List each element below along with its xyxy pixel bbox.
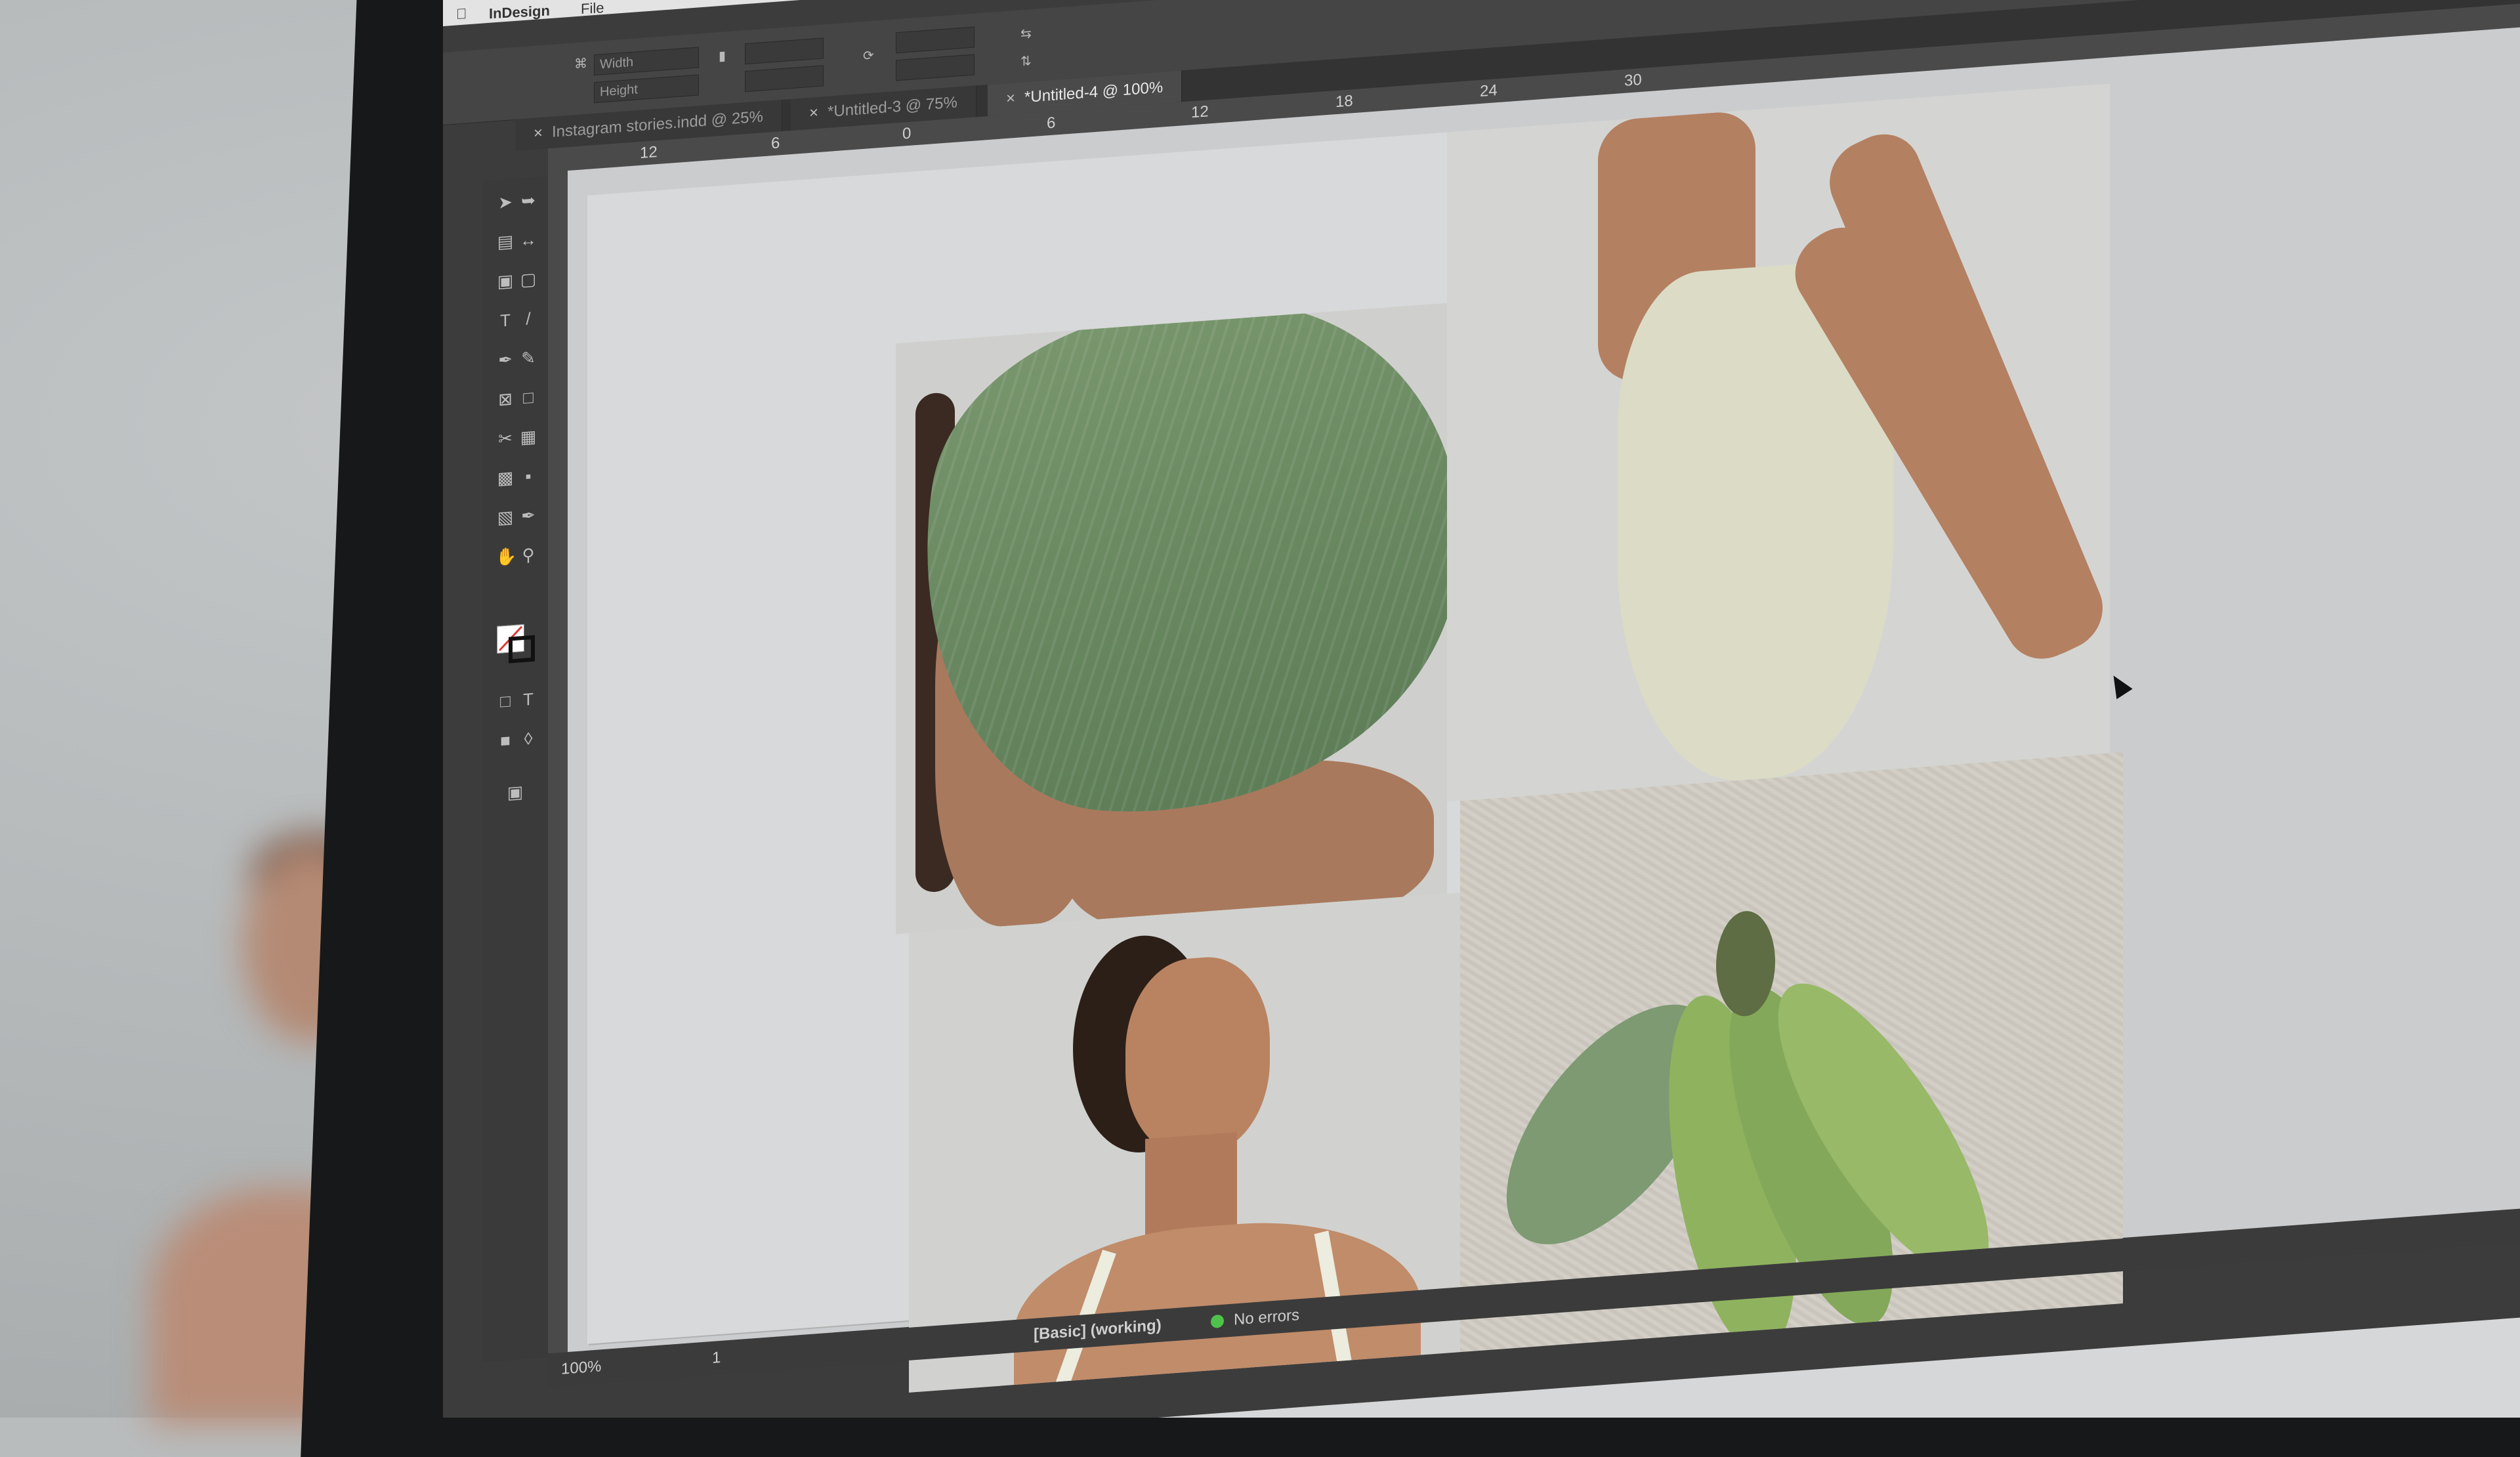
screen-mode-icon[interactable]: ▣ [505, 782, 525, 803]
content-collector-icon[interactable]: ▣ [495, 270, 515, 291]
free-transform-icon[interactable]: ▦ [518, 426, 538, 448]
monitor-screen:  InDesign File ⌂ ⌘ Width Height ▮ ⟳ ⇆ ⇅… [443, 0, 2520, 1418]
note-tool-icon[interactable]: ▧ [495, 507, 515, 528]
rotate-icon[interactable]: ⟳ [863, 47, 874, 64]
ruler-label: 30 [1624, 70, 1642, 90]
vertical-ruler[interactable] [548, 171, 568, 1354]
scale-y-field[interactable] [745, 65, 824, 93]
zoom-level[interactable]: 100% [561, 1350, 601, 1386]
gradient-feather-icon[interactable]: ▪ [518, 465, 538, 486]
indesign-window: ⌂ ⌘ Width Height ▮ ⟳ ⇆ ⇅ ×Instagram stor… [443, 0, 2520, 1418]
ruler-label: 6 [771, 134, 780, 153]
ruler-label: 12 [1191, 102, 1209, 122]
page-number[interactable]: 1 [712, 1341, 721, 1375]
scissors-icon[interactable]: ✂ [495, 428, 515, 449]
document-page[interactable] [587, 83, 2133, 1393]
apple-logo-icon[interactable]:  [456, 5, 467, 23]
height-field[interactable]: Height [594, 74, 699, 104]
x-reference-icon[interactable]: ⌘ [574, 55, 587, 72]
zoom-tool-icon[interactable]: ⚲ [518, 544, 538, 565]
selection-arrow-icon[interactable]: ➤ [495, 192, 515, 213]
eyedropper-icon[interactable]: ✒ [518, 505, 538, 526]
face-shape [1125, 952, 1270, 1160]
hand-tool-icon[interactable]: ✋ [495, 546, 516, 567]
preflight-status-icon [1211, 1314, 1224, 1329]
ruler-label: 24 [1480, 81, 1498, 100]
apply-none-icon[interactable]: ◊ [518, 728, 538, 749]
page-tool-icon[interactable]: ▤ [495, 231, 515, 252]
rectangle-tool-icon[interactable]: □ [518, 387, 538, 408]
stroke-swatch[interactable] [509, 635, 535, 664]
constrain-proportions-icon[interactable]: ▮ [719, 47, 726, 64]
scale-x-field[interactable] [745, 37, 824, 65]
flip-vertical-icon[interactable]: ⇅ [1020, 53, 1032, 70]
image-frame-swimsuit[interactable] [1447, 83, 2110, 802]
tab-close-icon[interactable]: × [534, 124, 543, 142]
width-field[interactable]: Width [594, 47, 699, 76]
tab-label: *Untitled-4 @ 100% [1024, 78, 1164, 106]
pasteboard[interactable] [568, 21, 2520, 1393]
tab-close-icon[interactable]: × [1006, 89, 1015, 108]
preflight-status[interactable]: No errors [1234, 1299, 1299, 1336]
pen-tool-icon[interactable]: ✒ [495, 349, 515, 370]
ruler-label: 6 [1047, 114, 1056, 133]
ruler-label: 0 [902, 124, 912, 143]
gap-tool-icon[interactable]: ↔ [518, 229, 538, 250]
apply-color-icon[interactable]: ■ [495, 730, 515, 751]
image-frame-leaf[interactable] [896, 303, 1447, 935]
rectangle-frame-icon[interactable]: ⊠ [495, 389, 515, 410]
ruler-label: 18 [1335, 92, 1353, 112]
tools-panel: ➤ ➥ ▤ ↔ ▣ ▢ T / ✒ ✎ ⊠ □ ✂ ▦ ▩ ▪ ▧ ✒ ✋ ⚲ … [482, 176, 549, 1362]
fill-stroke-swatches[interactable] [497, 623, 535, 664]
flip-horizontal-icon[interactable]: ⇆ [1020, 25, 1032, 42]
content-placer-icon[interactable]: ▢ [518, 268, 538, 290]
direct-selection-icon[interactable]: ➥ [518, 190, 538, 211]
ruler-label: 12 [640, 143, 658, 162]
tab-label: *Untitled-3 @ 75% [828, 93, 957, 121]
formatting-text-icon[interactable]: T [518, 688, 538, 709]
shear-field[interactable] [896, 54, 975, 81]
tab-close-icon[interactable]: × [809, 104, 818, 122]
gradient-swatch-icon[interactable]: ▩ [495, 467, 515, 488]
line-tool-icon[interactable]: / [518, 308, 538, 329]
formatting-container-icon[interactable]: □ [495, 690, 515, 711]
pencil-tool-icon[interactable]: ✎ [518, 347, 538, 369]
rotate-field[interactable] [896, 26, 975, 54]
type-tool-icon[interactable]: T [495, 310, 515, 331]
